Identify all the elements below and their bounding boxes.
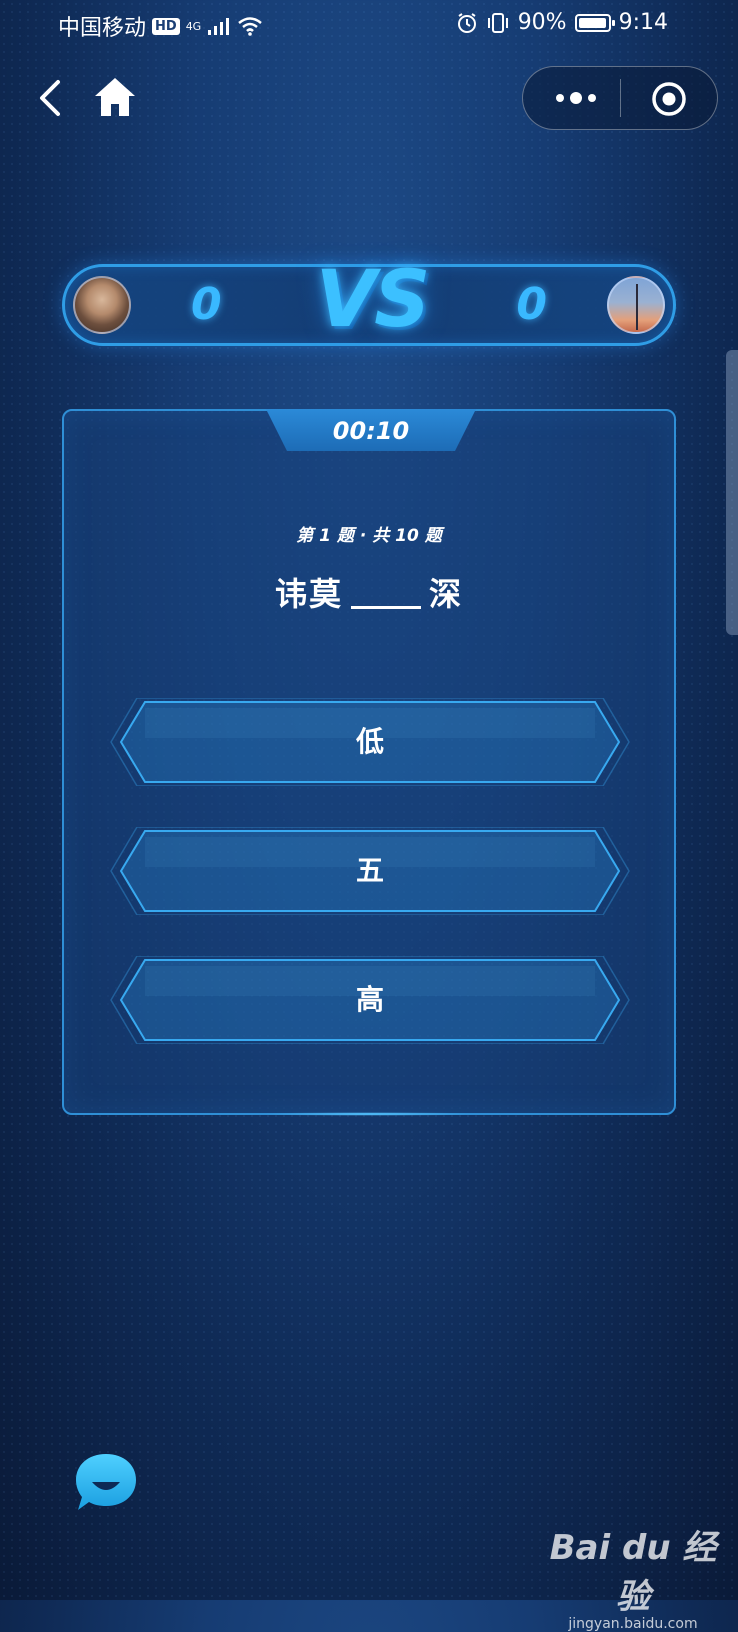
option-label: 高 xyxy=(355,983,384,1016)
back-chevron-icon[interactable] xyxy=(34,78,74,118)
question-text: 讳莫 深 xyxy=(64,569,674,615)
battery-icon xyxy=(574,13,615,32)
watermark-url: jingyan.baidu.com xyxy=(568,1616,698,1632)
home-icon[interactable] xyxy=(92,74,138,120)
opponent-avatar[interactable] xyxy=(607,276,665,334)
carrier-label: 中国移动 xyxy=(58,16,147,41)
hd-badge: HD xyxy=(152,17,180,35)
player-score: 0 xyxy=(191,279,222,330)
opponent-score: 0 xyxy=(516,279,547,330)
clock-time: 9:14 xyxy=(618,10,668,35)
more-dots-icon[interactable] xyxy=(551,85,601,111)
question-progress: 第 1 题 · 共 10 题 xyxy=(296,526,442,546)
question-suffix: 深 xyxy=(429,575,464,613)
versus-bar: 0 VS 0 xyxy=(62,255,676,346)
player-avatar[interactable] xyxy=(73,276,131,334)
alarm-icon xyxy=(457,12,476,33)
watermark-logo: Bai du 经验 xyxy=(549,1528,717,1617)
status-bar: 中国移动 HD 4G 90% 9:14 xyxy=(0,0,738,50)
option-label: 五 xyxy=(355,854,384,887)
option-label: 低 xyxy=(355,725,384,758)
answer-option-1[interactable]: 低 xyxy=(109,698,631,786)
baidu-jingyan-watermark: Bai du 经验 jingyan.baidu.com xyxy=(538,1520,728,1632)
question-prefix: 讳莫 xyxy=(274,575,343,613)
chat-bubble-icon[interactable] xyxy=(74,1452,138,1512)
wifi-icon xyxy=(238,17,263,36)
signal-icon xyxy=(208,18,230,35)
vs-label: VS xyxy=(315,255,431,345)
capsule-divider xyxy=(620,79,621,117)
answer-option-3[interactable]: 高 xyxy=(109,956,631,1044)
target-close-icon[interactable] xyxy=(651,81,687,117)
panel-glow-line xyxy=(264,1112,474,1116)
vibrate-icon xyxy=(487,12,508,33)
battery-percent: 90% xyxy=(517,10,567,35)
quiz-panel: 00:10 第 1 题 · 共 10 题 讳莫 深 低 五 高 xyxy=(62,409,676,1116)
miniprogram-capsule xyxy=(522,66,718,130)
network-label: 4G xyxy=(185,19,202,33)
status-left: 中国移动 HD 4G xyxy=(58,10,263,42)
scrollbar[interactable] xyxy=(726,350,738,635)
countdown-timer: 00:10 xyxy=(332,417,410,445)
status-right: 90% 9:14 xyxy=(456,10,668,35)
answer-option-2[interactable]: 五 xyxy=(109,827,631,915)
question-blank xyxy=(351,606,421,609)
